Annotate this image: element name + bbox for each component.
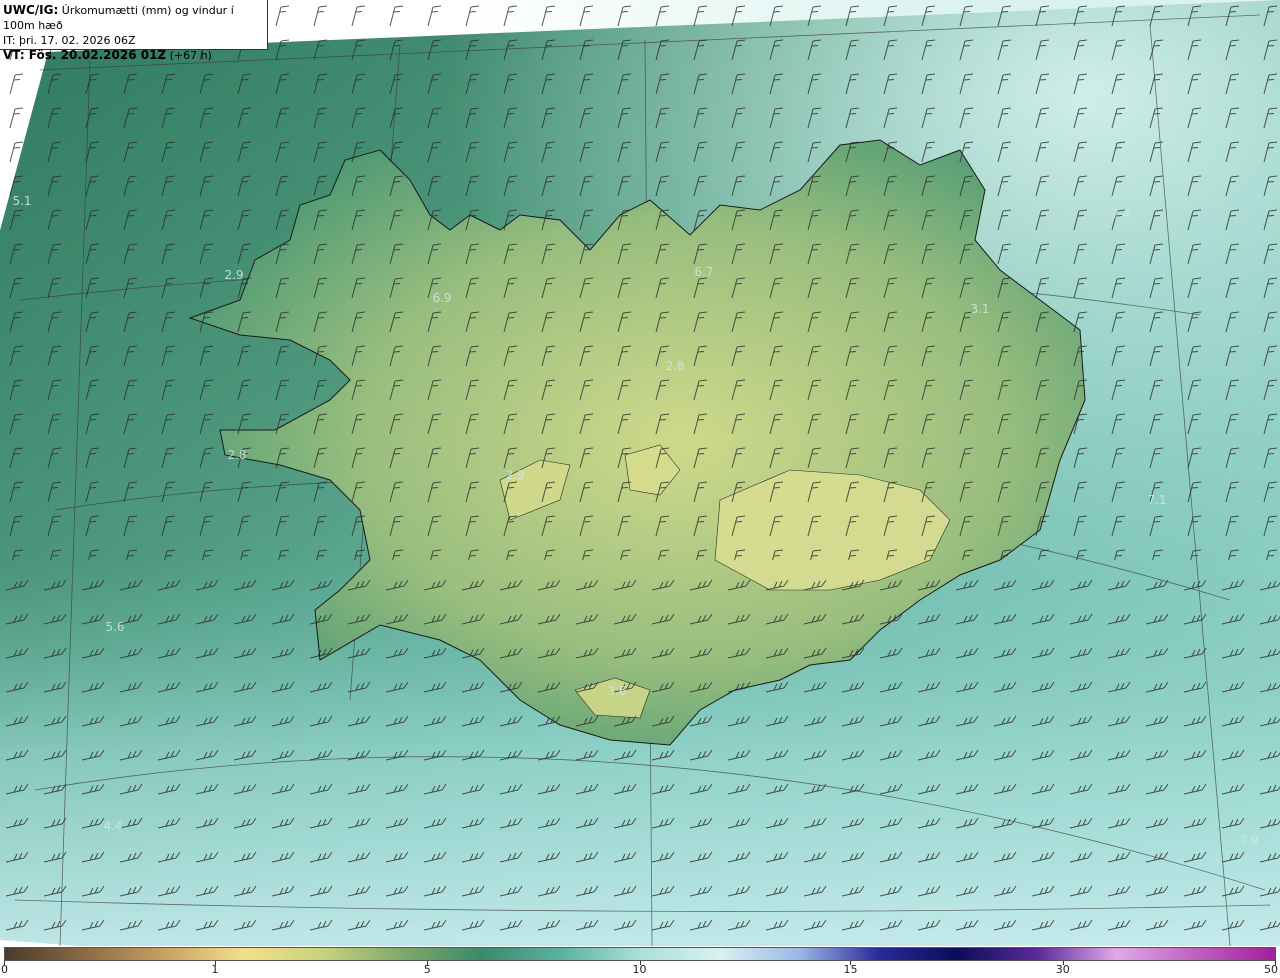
field-value-0: 5.1 (12, 194, 31, 208)
lead-time: (+67 h) (166, 49, 212, 62)
header-line-valid-time: VT: Fös. 20.02.2026 01Z (+67 h) (3, 48, 267, 63)
field-value-8: 2.8 (227, 448, 246, 462)
map-header: UWC/IG: Úrkomumætti (mm) og vindur í 100… (0, 0, 268, 62)
field-value-3: 6.7 (694, 265, 713, 279)
field-value-11: 5.6 (105, 620, 124, 634)
field-value-6: 7.4 (1082, 93, 1101, 107)
field-value-5: 3.1 (970, 302, 989, 316)
colorbar-tick-label-0: 0 (1, 963, 8, 976)
colorbar: 0 1 5 10 15 30 50 (0, 946, 1280, 978)
colorbar-tick-label-5: 30 (1055, 963, 1070, 976)
field-value-2: 6.9 (432, 291, 451, 305)
field-value-14: 7.9 (1239, 833, 1258, 847)
field-value-13: 4.4 (103, 819, 122, 833)
field-value-4: 2.8 (665, 359, 684, 373)
colorbar-tick-label-2: 5 (423, 963, 431, 976)
colorbar-tick-label-4: 15 (843, 963, 858, 976)
field-value-7: 7.4 (1111, 207, 1130, 221)
colorbar-tick-label-6: 50 (1264, 963, 1278, 976)
product-code: UWC/IG: (3, 3, 59, 17)
colorbar-strip (4, 947, 1276, 961)
header-line-product: UWC/IG: Úrkomumætti (mm) og vindur í 100… (3, 3, 267, 33)
wind-barbs (0, 0, 1280, 946)
field-value-1: 2.9 (224, 268, 243, 282)
field-value-10: 7.1 (1147, 493, 1166, 507)
field-value-9: 2.9 (505, 468, 524, 482)
field-value-12: 3.6 (607, 684, 626, 698)
valid-time: VT: Fös. 20.02.2026 01Z (3, 48, 167, 62)
weather-map[interactable]: 5.1 2.9 6.9 6.7 2.8 3.1 7.4 7.4 2.8 2.9 7.1 5.6 3.6 4… (0, 0, 1280, 946)
colorbar-tick-label-1: 1 (211, 963, 219, 976)
header-line-init-time: IT: þri. 17. 02. 2026 06Z (3, 34, 136, 47)
colorbar-tick-label-3: 10 (632, 963, 647, 976)
